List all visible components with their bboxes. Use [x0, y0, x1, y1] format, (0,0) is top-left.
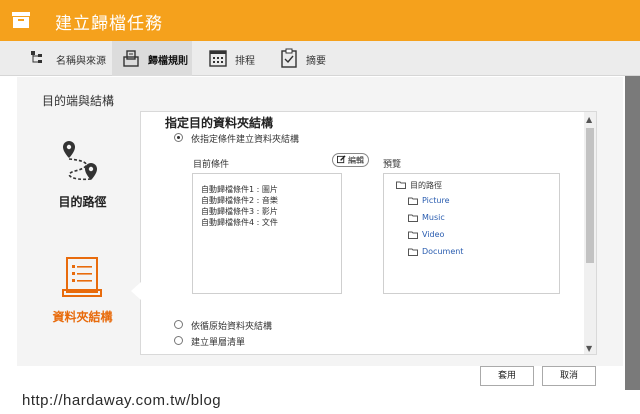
- tab-summary[interactable]: 摘要: [280, 41, 330, 76]
- folder-icon: [408, 231, 418, 239]
- tree-child-label: Video: [422, 230, 445, 239]
- folder-icon: [408, 214, 418, 222]
- card-pointer: [131, 282, 141, 300]
- tab-name-source[interactable]: 名稱與來源: [30, 41, 106, 76]
- current-conditions-label: 目前條件: [193, 160, 230, 170]
- condition-item: 自動歸檔條件3 : 影片: [201, 207, 278, 216]
- nav-label: 目的路徑: [58, 195, 107, 209]
- archive-box-icon: [12, 12, 30, 28]
- summary-icon: [281, 48, 297, 68]
- tab-label: 排程: [235, 56, 255, 67]
- edit-button[interactable]: 編輯: [332, 153, 369, 167]
- source-tree-icon: [31, 51, 42, 63]
- nav-destination-path[interactable]: 目的路徑: [45, 135, 115, 215]
- radio-label: 依循原始資料夾結構: [191, 322, 273, 332]
- radio-flat-list[interactable]: [174, 336, 183, 345]
- preview-label: 預覽: [383, 160, 402, 170]
- edit-label: 編輯: [348, 156, 364, 165]
- route-pin-icon: [63, 141, 97, 181]
- wizard-tabs: 名稱與來源 歸檔規則 排程 摘要: [0, 41, 640, 76]
- watermark: http://hardaway.com.tw/blog: [22, 392, 222, 409]
- radio-label: 依指定條件建立資料夾結構: [191, 135, 300, 145]
- scroll-up-icon[interactable]: ▲: [586, 115, 592, 124]
- window-title: 建立歸檔任務: [55, 14, 163, 34]
- folder-structure-icon: [62, 257, 102, 297]
- archive-rule-icon: [123, 50, 139, 67]
- preview-box: 目的路徑 Picture Music Video Document: [383, 173, 560, 294]
- archive-task-window: 建立歸檔任務 名稱與來源 歸檔規則 排程 摘要 目的端與結構 目的路徑 資料夾結…: [0, 0, 640, 414]
- tab-archive-rules[interactable]: 歸檔規則: [112, 41, 192, 76]
- radio-label: 建立單層清單: [191, 338, 246, 348]
- folder-open-icon: [396, 181, 406, 189]
- scrollbar-thumb[interactable]: [586, 128, 594, 263]
- tree-root-label: 目的路徑: [410, 181, 442, 190]
- folder-icon: [408, 197, 418, 205]
- background-edge: [625, 76, 640, 414]
- tab-label: 歸檔規則: [148, 56, 188, 67]
- condition-item: 自動歸檔條件4 : 文件: [201, 218, 278, 227]
- nav-folder-structure[interactable]: 資料夾結構: [45, 256, 115, 336]
- tab-label: 摘要: [306, 56, 326, 67]
- pencil-icon: [337, 155, 346, 164]
- scroll-down-icon[interactable]: ▼: [586, 344, 592, 353]
- tab-label: 名稱與來源: [56, 56, 106, 67]
- title-bar: 建立歸檔任務: [0, 0, 640, 41]
- apply-button[interactable]: 套用: [480, 366, 534, 386]
- tree-child-label: Document: [422, 247, 464, 256]
- condition-item: 自動歸檔條件1 : 圖片: [201, 185, 278, 194]
- folder-icon: [408, 248, 418, 256]
- cancel-button[interactable]: 取消: [542, 366, 596, 386]
- radio-specified-structure[interactable]: [174, 133, 183, 142]
- tab-schedule[interactable]: 排程: [209, 41, 259, 76]
- tree-child-label: Music: [422, 213, 445, 222]
- conditions-box: 自動歸檔條件1 : 圖片 自動歸檔條件2 : 音樂 自動歸檔條件3 : 影片 自…: [192, 173, 342, 294]
- card-title: 指定目的資料夾結構: [165, 116, 274, 130]
- section-title: 目的端與結構: [42, 94, 115, 108]
- calendar-icon: [209, 50, 227, 67]
- radio-original-structure[interactable]: [174, 320, 183, 329]
- tree-child-label: Picture: [422, 196, 450, 205]
- condition-item: 自動歸檔條件2 : 音樂: [201, 196, 278, 205]
- nav-label: 資料夾結構: [52, 310, 113, 324]
